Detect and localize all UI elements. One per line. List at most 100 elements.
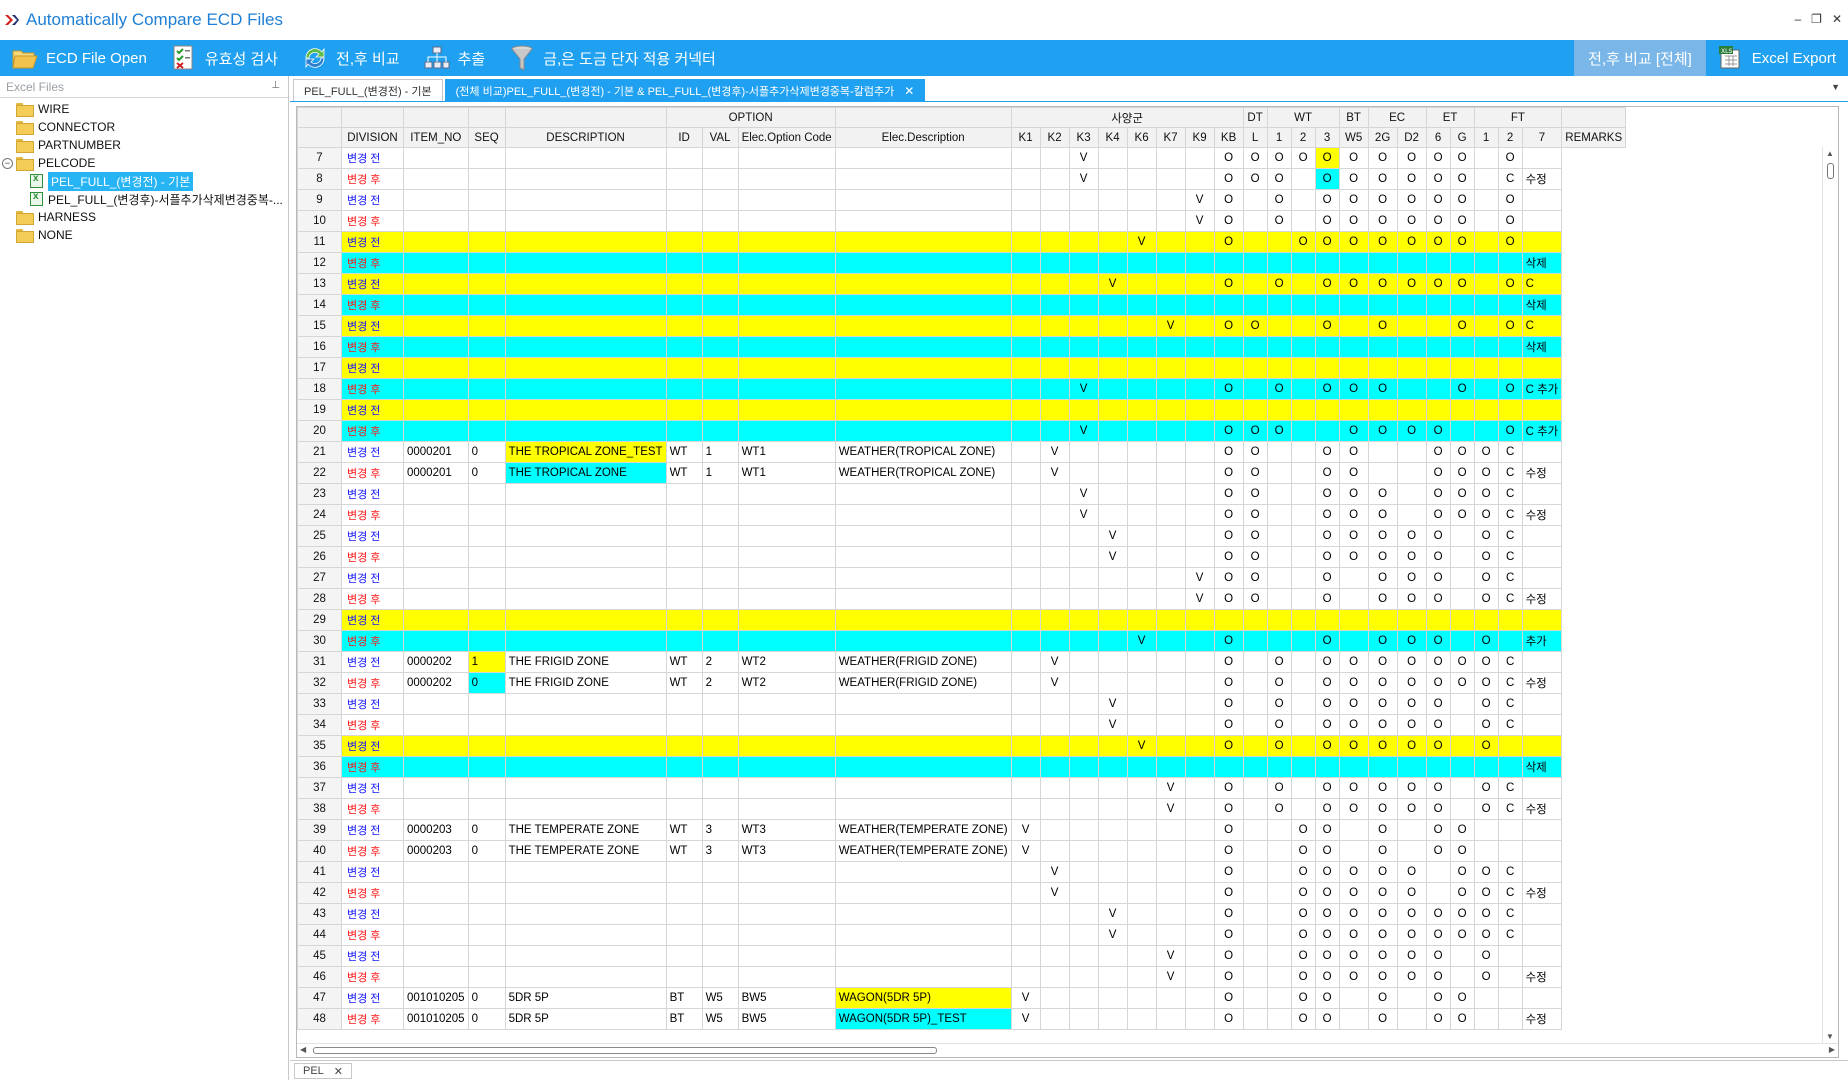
row-number[interactable]: 24: [297, 504, 342, 526]
grid-cell[interactable]: O: [1290, 861, 1316, 883]
grid-cell[interactable]: [1097, 210, 1128, 232]
grid-cell[interactable]: [1184, 966, 1215, 988]
column-header[interactable]: DIVISION: [341, 127, 404, 148]
grid-cell[interactable]: O: [1213, 441, 1244, 463]
grid-cell[interactable]: [834, 231, 1012, 253]
grid-cell[interactable]: WEATHER(FRIGID ZONE): [834, 651, 1012, 673]
grid-cell[interactable]: [1396, 504, 1427, 526]
grid-cell[interactable]: [1184, 546, 1215, 568]
grid-cell[interactable]: O: [1473, 798, 1499, 820]
tab-full-compare[interactable]: (전체 비교)PEL_FULL_(변경전) - 기본 & PEL_FULL_(변…: [444, 79, 926, 101]
grid-cell[interactable]: [1266, 399, 1292, 421]
grid-cell[interactable]: [1449, 735, 1475, 757]
grid-cell[interactable]: O: [1425, 777, 1451, 799]
grid-cell[interactable]: [403, 336, 469, 358]
tree-item[interactable]: HARNESS: [0, 208, 288, 226]
grid-cell[interactable]: [1126, 399, 1157, 421]
grid-cell[interactable]: [403, 945, 469, 967]
grid-cell[interactable]: O: [1213, 777, 1244, 799]
row-number[interactable]: 8: [297, 168, 342, 190]
grid-cell[interactable]: [834, 336, 1012, 358]
grid-cell[interactable]: [1126, 462, 1157, 484]
grid-cell[interactable]: O: [1473, 672, 1499, 694]
grid-cell[interactable]: [403, 777, 469, 799]
grid-cell[interactable]: O: [1473, 777, 1499, 799]
grid-cell[interactable]: [1184, 294, 1215, 316]
grid-cell[interactable]: [665, 966, 703, 988]
grid-cell[interactable]: O: [1213, 147, 1244, 169]
grid-cell[interactable]: [1184, 630, 1215, 652]
grid-cell[interactable]: O: [1367, 504, 1398, 526]
grid-cell[interactable]: [701, 609, 739, 631]
grid-cell[interactable]: 삭제: [1521, 252, 1563, 274]
grid-cell[interactable]: [665, 609, 703, 631]
grid-cell[interactable]: [1126, 525, 1157, 547]
grid-cell[interactable]: O: [1425, 966, 1451, 988]
grid-cell[interactable]: 수정: [1521, 462, 1563, 484]
grid-cell[interactable]: 0: [467, 987, 506, 1009]
grid-cell[interactable]: [1425, 336, 1451, 358]
division-cell[interactable]: 변경 전: [341, 819, 404, 841]
grid-cell[interactable]: [1367, 609, 1398, 631]
table-row[interactable]: 45 변경 전VOOOOOOOO: [297, 945, 1626, 967]
grid-cell[interactable]: [1521, 903, 1563, 925]
grid-cell[interactable]: 0000201: [403, 441, 469, 463]
grid-cell[interactable]: O: [1266, 735, 1292, 757]
grid-cell[interactable]: [1097, 798, 1128, 820]
column-header[interactable]: VAL: [701, 127, 739, 148]
grid-cell[interactable]: [403, 399, 469, 421]
grid-cell[interactable]: O: [1266, 672, 1292, 694]
grid-cell[interactable]: O: [1497, 378, 1523, 400]
grid-cell[interactable]: [1010, 966, 1041, 988]
grid-cell[interactable]: [1126, 567, 1157, 589]
grid-cell[interactable]: [834, 588, 1012, 610]
grid-cell[interactable]: [403, 357, 469, 379]
grid-cell[interactable]: V: [1068, 147, 1099, 169]
grid-cell[interactable]: 0000201: [403, 462, 469, 484]
grid-cell[interactable]: [665, 798, 703, 820]
grid-cell[interactable]: [1039, 273, 1070, 295]
grid-cell[interactable]: [665, 378, 703, 400]
grid-cell[interactable]: [1396, 399, 1427, 421]
grid-cell[interactable]: O: [1473, 525, 1499, 547]
grid-cell[interactable]: [504, 252, 667, 274]
validate-button[interactable]: 유효성 검사: [159, 40, 290, 76]
grid-cell[interactable]: O: [1396, 651, 1427, 673]
grid-cell[interactable]: [1068, 189, 1099, 211]
grid-cell[interactable]: [1396, 357, 1427, 379]
grid-cell[interactable]: [701, 777, 739, 799]
grid-cell[interactable]: [665, 525, 703, 547]
row-number[interactable]: 34: [297, 714, 342, 736]
grid-cell[interactable]: [504, 147, 667, 169]
grid-cell[interactable]: [504, 525, 667, 547]
grid-cell[interactable]: [504, 777, 667, 799]
grid-cell[interactable]: [1338, 567, 1369, 589]
grid-cell[interactable]: [1126, 189, 1157, 211]
grid-cell[interactable]: [1367, 336, 1398, 358]
grid-cell[interactable]: [665, 231, 703, 253]
grid-cell[interactable]: O: [1314, 273, 1340, 295]
grid-cell[interactable]: [1184, 231, 1215, 253]
grid-cell[interactable]: O: [1367, 651, 1398, 673]
grid-cell[interactable]: [1068, 714, 1099, 736]
grid-cell[interactable]: [504, 189, 667, 211]
table-row[interactable]: 15 변경 전VOOOOOOC: [297, 315, 1626, 337]
grid-cell[interactable]: [1155, 714, 1186, 736]
grid-cell[interactable]: [1068, 945, 1099, 967]
grid-cell[interactable]: [1039, 903, 1070, 925]
grid-cell[interactable]: [504, 273, 667, 295]
grid-cell[interactable]: [701, 399, 739, 421]
grid-cell[interactable]: [1155, 672, 1186, 694]
grid-cell[interactable]: [665, 588, 703, 610]
division-cell[interactable]: 변경 전: [341, 861, 404, 883]
grid-cell[interactable]: [1126, 546, 1157, 568]
grid-cell[interactable]: [1266, 903, 1292, 925]
grid-cell[interactable]: [1290, 693, 1316, 715]
grid-cell[interactable]: O: [1449, 987, 1475, 1009]
grid-cell[interactable]: O: [1314, 462, 1340, 484]
grid-cell[interactable]: [1449, 336, 1475, 358]
tree-item[interactable]: PARTNUMBER: [0, 136, 288, 154]
grid-cell[interactable]: [504, 567, 667, 589]
grid-cell[interactable]: [1266, 567, 1292, 589]
grid-cell[interactable]: [737, 483, 836, 505]
